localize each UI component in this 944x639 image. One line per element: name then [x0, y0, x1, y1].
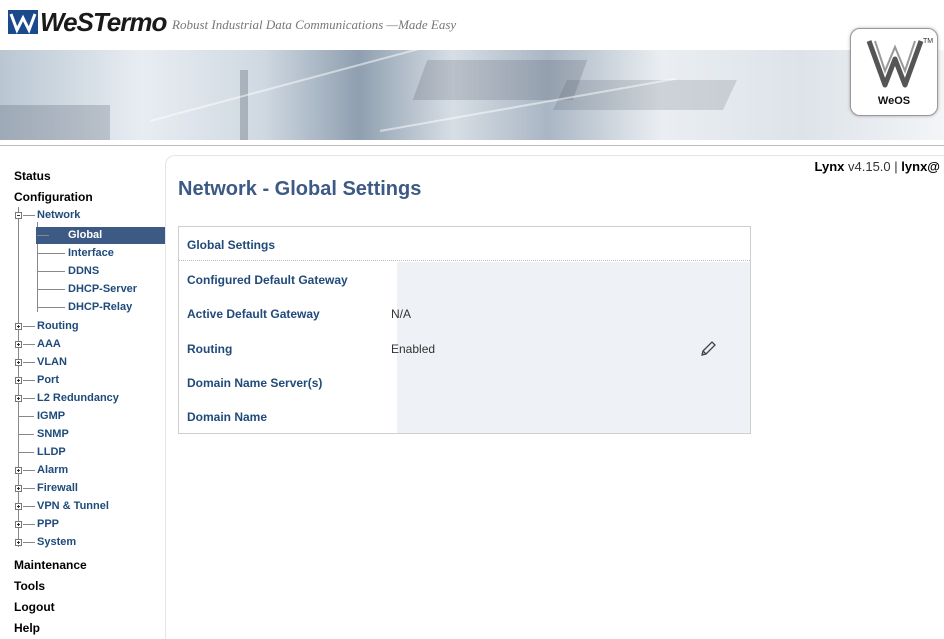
firmware-version: v4.15.0	[848, 159, 891, 174]
nav-help[interactable]: Help	[14, 621, 40, 635]
westermo-logo[interactable]: WeSTermo	[8, 6, 167, 37]
nav-ppp[interactable]: PPP	[37, 518, 59, 530]
nav-lldp[interactable]: LLDP	[37, 446, 66, 458]
expand-aaa-icon[interactable]	[15, 341, 22, 348]
tagline: Robust Industrial Data Communications —M…	[172, 17, 457, 32]
global-settings-panel: Global Settings Configured Default Gatew…	[178, 226, 751, 434]
header: WeSTermo Robust Industrial Data Communic…	[0, 0, 944, 148]
value-active-default-gateway: N/A	[391, 307, 412, 321]
device-model: Lynx	[814, 159, 845, 174]
nav-alarm[interactable]: Alarm	[37, 464, 68, 476]
tree-connector	[23, 380, 35, 381]
page-title: Network - Global Settings	[178, 178, 422, 200]
nav-vlan[interactable]: VLAN	[37, 356, 67, 368]
nav-firewall[interactable]: Firewall	[37, 482, 78, 494]
tree-connector	[23, 470, 35, 471]
svg-text:TM: TM	[923, 38, 933, 45]
nav-tools[interactable]: Tools	[14, 579, 45, 593]
tree-connector	[18, 416, 34, 417]
expand-vpn-tunnel-icon[interactable]	[15, 503, 22, 510]
nav-dhcp-server[interactable]: DHCP-Server	[68, 283, 137, 295]
nav-interface[interactable]: Interface	[68, 247, 114, 259]
device-host: lynx@	[901, 159, 940, 174]
weos-logo-icon: TM	[866, 38, 933, 88]
nav-l2-redundancy[interactable]: L2 Redundancy	[37, 392, 119, 404]
nav-dhcp-relay[interactable]: DHCP-Relay	[68, 301, 132, 313]
expand-ppp-icon[interactable]	[15, 521, 22, 528]
tree-connector	[23, 488, 35, 489]
tree-connector	[23, 506, 35, 507]
tree-connector	[37, 289, 65, 290]
collapse-network-icon[interactable]	[15, 212, 22, 219]
brand-name: WeSTermo	[40, 6, 167, 37]
nav-status[interactable]: Status	[14, 169, 51, 183]
label-domain-name: Domain Name	[187, 410, 268, 424]
tree-connector	[23, 344, 35, 345]
expand-firewall-icon[interactable]	[15, 485, 22, 492]
nav-igmp[interactable]: IGMP	[37, 410, 65, 422]
tree-connector	[37, 235, 49, 236]
nav-aaa[interactable]: AAA	[37, 338, 61, 350]
panel-values-background	[397, 262, 750, 433]
label-domain-name-servers: Domain Name Server(s)	[187, 376, 323, 390]
panel-header: Global Settings	[179, 227, 750, 261]
device-info: Lynx v4.15.0 | lynx@	[815, 159, 940, 174]
label-active-default-gateway: Active Default Gateway	[187, 307, 320, 321]
expand-port-icon[interactable]	[15, 377, 22, 384]
nav-maintenance[interactable]: Maintenance	[14, 558, 87, 572]
tree-connector	[23, 362, 35, 363]
nav-logout[interactable]: Logout	[14, 600, 55, 614]
label-configured-default-gateway: Configured Default Gateway	[187, 273, 348, 287]
nav-configuration[interactable]: Configuration	[14, 190, 93, 204]
expand-routing-icon[interactable]	[15, 323, 22, 330]
nav-ddns[interactable]: DDNS	[68, 265, 99, 277]
nav-system[interactable]: System	[37, 536, 76, 548]
nav-global-active[interactable]: Global	[36, 227, 165, 244]
tree-connector	[23, 542, 35, 543]
nav-routing[interactable]: Routing	[37, 320, 79, 332]
expand-system-icon[interactable]	[15, 539, 22, 546]
expand-alarm-icon[interactable]	[15, 467, 22, 474]
tree-connector	[37, 253, 65, 254]
tree-connector	[23, 215, 35, 216]
tree-connector	[23, 398, 35, 399]
weos-badge: TM WeOS	[850, 28, 938, 116]
nav-vpn-tunnel[interactable]: VPN & Tunnel	[37, 500, 109, 512]
panel-heading: Global Settings	[187, 238, 276, 252]
nav-network[interactable]: Network	[37, 209, 80, 221]
header-divider	[0, 145, 944, 146]
nav-snmp[interactable]: SNMP	[37, 428, 69, 440]
tree-connector	[37, 271, 65, 272]
tree-connector	[37, 307, 65, 308]
nav-global-label: Global	[68, 229, 103, 241]
tree-connector	[18, 452, 34, 453]
nav-port[interactable]: Port	[37, 374, 59, 386]
weos-label: WeOS	[877, 95, 911, 107]
westermo-logo-mark-icon	[8, 10, 38, 34]
label-routing: Routing	[187, 342, 233, 356]
tree-connector	[23, 326, 35, 327]
value-routing: Enabled	[391, 342, 436, 356]
expand-vlan-icon[interactable]	[15, 359, 22, 366]
expand-l2-redundancy-icon[interactable]	[15, 395, 22, 402]
info-separator: |	[894, 159, 898, 174]
tree-connector	[23, 524, 35, 525]
edit-pencil-icon[interactable]	[699, 340, 717, 358]
tree-connector	[18, 434, 34, 435]
header-banner-image	[0, 50, 944, 140]
